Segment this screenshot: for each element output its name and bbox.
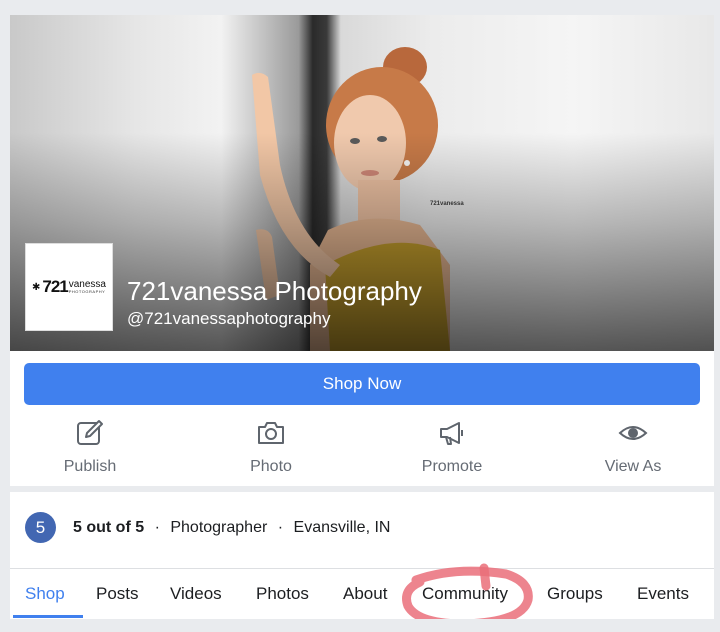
promote-label: Promote [421, 458, 483, 475]
camera-logo-icon: ✱ [31, 281, 41, 293]
tab-photos[interactable]: Photos [256, 584, 309, 604]
tab-shop[interactable]: Shop [25, 584, 65, 604]
tab-about[interactable]: About [343, 584, 387, 604]
view-as-button[interactable]: View As [553, 415, 713, 485]
view-as-label: View As [604, 458, 662, 475]
cover-photo[interactable]: 721vanessa ✱ 721 vanessa PHOTOGRAPHY 721… [10, 15, 714, 351]
page-info-text: 5 out of 5 · Photographer · Evansville, … [73, 519, 390, 537]
publish-label: Publish [63, 458, 117, 475]
page-header-card: 721vanessa ✱ 721 vanessa PHOTOGRAPHY 721… [10, 15, 714, 632]
page-title[interactable]: 721vanessa Photography [127, 276, 422, 307]
megaphone-icon [440, 422, 463, 445]
logo-brand: vanessa PHOTOGRAPHY [69, 280, 106, 294]
bottom-divider [10, 619, 714, 632]
logo-number: 721 [42, 277, 68, 296]
tab-groups[interactable]: Groups [547, 584, 603, 604]
page-location: Evansville, IN [293, 519, 391, 536]
profile-picture[interactable]: ✱ 721 vanessa PHOTOGRAPHY [25, 243, 113, 331]
logo-sub-text: PHOTOGRAPHY [68, 289, 106, 294]
camera-icon [258, 422, 284, 444]
action-bar: Publish Photo Promote View As [10, 415, 714, 485]
edit-icon [77, 420, 103, 445]
cover-watermark: 721vanessa [430, 201, 464, 207]
rating-text[interactable]: 5 out of 5 [73, 519, 144, 536]
shop-now-button[interactable]: Shop Now [24, 363, 700, 405]
promote-button[interactable]: Promote [372, 415, 532, 485]
active-tab-indicator [13, 615, 83, 618]
page-category: Photographer [170, 519, 268, 536]
page-handle: @721vanessaphotography [127, 309, 331, 328]
tab-videos[interactable]: Videos [170, 584, 222, 604]
info-separator: · [154, 519, 160, 536]
photo-label: Photo [250, 458, 292, 475]
tab-posts[interactable]: Posts [96, 584, 139, 604]
page-tabs: Shop Posts Videos Photos About Community… [10, 569, 714, 618]
photo-button[interactable]: Photo [191, 415, 351, 485]
rating-badge[interactable]: 5 [25, 512, 56, 543]
publish-button[interactable]: Publish [10, 415, 170, 485]
tab-events[interactable]: Events [637, 584, 689, 604]
eye-icon [618, 426, 648, 440]
page-info-row: 5 5 out of 5 · Photographer · Evansville… [10, 492, 714, 568]
info-separator: · [277, 519, 284, 536]
brand-logo: ✱ 721 vanessa PHOTOGRAPHY [32, 277, 106, 297]
